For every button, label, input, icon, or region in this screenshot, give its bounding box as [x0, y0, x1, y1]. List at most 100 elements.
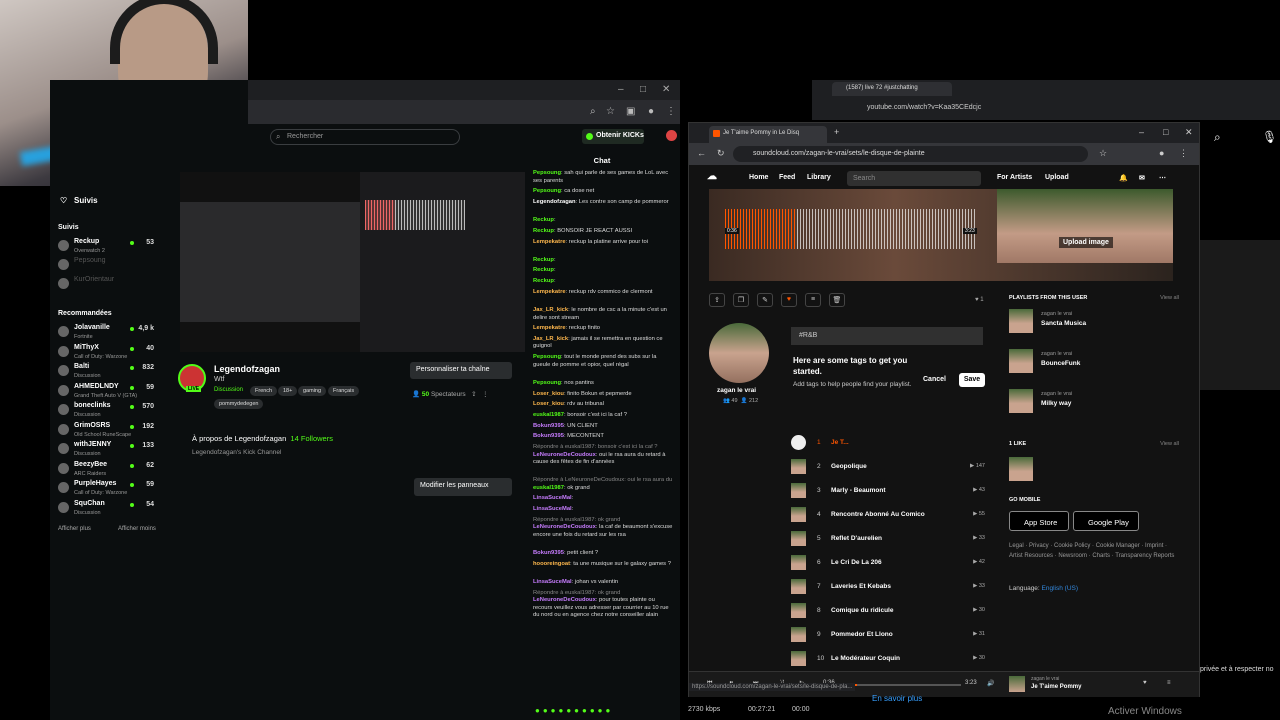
chat-username[interactable]: euskal1987: [533, 412, 564, 418]
minimize-button[interactable]: –: [618, 84, 624, 95]
pause-icon[interactable]: [791, 435, 806, 450]
more-icon[interactable]: ⋯: [1159, 174, 1166, 182]
mail-icon[interactable]: ✉: [1139, 174, 1145, 182]
channel-name[interactable]: Legendofzagan: [214, 364, 280, 374]
chat-username[interactable]: LeNeuroneDeCoudoux: [533, 524, 596, 530]
profile-icon[interactable]: ●: [1159, 148, 1164, 158]
reload-icon[interactable]: ↻: [717, 148, 725, 159]
sidebar-recommended-item[interactable]: Jolavanille Fortnite 4,9 k: [58, 324, 162, 344]
chat-username[interactable]: Reckup: [533, 267, 554, 273]
chat-username[interactable]: hoooreingoat: [533, 561, 570, 567]
user-avatar[interactable]: [666, 130, 677, 141]
sidebar-recommended-item[interactable]: boneclinks Discussion 570: [58, 402, 162, 422]
sidebar-recommended-item[interactable]: GrimOSRS Old School RuneScape 192: [58, 422, 162, 442]
track-title[interactable]: Pommedor Et Llono: [831, 631, 893, 638]
track-row[interactable]: 8 Comique du ridicule ▶ 30: [791, 601, 991, 621]
chat-username[interactable]: Reckup: [533, 257, 554, 263]
emote-bar[interactable]: ●●●●●●●●●●: [535, 706, 675, 716]
track-row[interactable]: 7 Laveries Et Kebabs ▶ 33: [791, 577, 991, 597]
search-icon[interactable]: ⌕: [1214, 130, 1221, 145]
sc-address-bar[interactable]: soundcloud.com/zagan-le-vrai/sets/le-dis…: [733, 146, 1088, 162]
upload-image-button[interactable]: Upload image: [1059, 237, 1113, 248]
bell-icon[interactable]: 🔔: [1119, 174, 1128, 182]
track-row[interactable]: 2 Geopolique ▶ 147: [791, 457, 991, 477]
track-title[interactable]: Comique du ridicule: [831, 607, 893, 614]
chat-username[interactable]: LinsaSuceMal: [533, 506, 572, 512]
heart-icon[interactable]: ♥: [1143, 680, 1147, 686]
nav-home[interactable]: Home: [749, 174, 768, 181]
playlist-name[interactable]: Sancta Musica: [1041, 320, 1086, 327]
soundcloud-logo-icon[interactable]: ☁: [707, 171, 717, 182]
google-play-button[interactable]: Google Play: [1073, 511, 1139, 531]
chat-username[interactable]: Lempekatre: [533, 239, 566, 245]
chat-username[interactable]: Pepsoung: [533, 170, 561, 176]
nav-library[interactable]: Library: [807, 174, 831, 181]
mic-icon[interactable]: 🎙: [1262, 130, 1277, 144]
youtube-tab[interactable]: (1587) live 72 #justchatting: [832, 82, 952, 96]
chat-username[interactable]: Bokun9395: [533, 433, 564, 439]
playlist-owner[interactable]: zagan le vrai: [1041, 311, 1072, 317]
delete-icon[interactable]: 🗑: [829, 293, 845, 307]
tag-pommydedegen[interactable]: pommydedegen: [214, 399, 264, 409]
close-button[interactable]: ✕: [662, 84, 670, 95]
tag-gaming[interactable]: gaming: [298, 386, 327, 396]
liked-item[interactable]: [1009, 457, 1179, 485]
sidebar-recommended-item[interactable]: AHMEDLNDY Grand Theft Auto V (GTA) 59: [58, 383, 162, 403]
track-title[interactable]: Geopolique: [831, 463, 867, 470]
track-title[interactable]: Laveries Et Kebabs: [831, 583, 891, 590]
track-title[interactable]: Marly - Beaumont: [831, 487, 886, 494]
sidebar-followed-item[interactable]: Pepsoung: [58, 257, 162, 277]
back-icon[interactable]: ←: [697, 148, 706, 158]
stream-player[interactable]: [180, 172, 525, 352]
star-icon[interactable]: ☆: [1099, 148, 1107, 159]
playlist-owner[interactable]: zagan le vrai: [1041, 351, 1072, 357]
chat-username[interactable]: LeNeuroneDeCoudoux: [533, 597, 596, 603]
sidebar-followed-item[interactable]: KurOrientaur: [58, 276, 162, 296]
tag-french[interactable]: French: [250, 386, 278, 396]
chat-username[interactable]: Reckup: [533, 217, 554, 223]
get-kicks-button[interactable]: Obtenir KICKs: [582, 129, 644, 144]
sidebar-recommended-item[interactable]: Balti Discussion 832: [58, 363, 162, 383]
chat-username[interactable]: Pepsoung: [533, 354, 561, 360]
cancel-button[interactable]: Cancel: [923, 376, 946, 383]
volume-icon[interactable]: 🔊: [987, 680, 994, 687]
maximize-button[interactable]: □: [640, 84, 646, 95]
profile-icon[interactable]: ●: [648, 106, 654, 117]
maximize-button[interactable]: □: [1163, 127, 1168, 137]
view-all-likes-link[interactable]: View all: [1160, 441, 1179, 447]
menu-icon[interactable]: ⋮: [666, 106, 676, 117]
playlist-item[interactable]: zagan le vrai BounceFunk: [1009, 349, 1179, 377]
edit-panels-button[interactable]: Modifier les panneaux: [414, 478, 512, 496]
track-title[interactable]: Je T...: [831, 439, 849, 446]
chat-username[interactable]: Jax_LR_kick: [533, 307, 568, 313]
chat-username[interactable]: Pepsoung: [533, 380, 561, 386]
track-row[interactable]: 5 Reflet D'aurelien ▶ 33: [791, 529, 991, 549]
app-store-button[interactable]: App Store: [1009, 511, 1069, 531]
artist-name[interactable]: zagan le vrai: [717, 387, 756, 394]
chat-username[interactable]: Legendofzagan: [533, 199, 576, 205]
progress-bar[interactable]: [841, 684, 961, 686]
track-row[interactable]: 10 Le Modérateur Coquin ▶ 30: [791, 649, 991, 669]
zoom-icon[interactable]: ⌕: [590, 106, 596, 117]
share-icon[interactable]: ⇪: [709, 293, 725, 307]
show-less-link[interactable]: Afficher moins: [118, 526, 156, 532]
chat-username[interactable]: Lempekatre: [533, 289, 566, 295]
playlist-name[interactable]: Milky way: [1041, 400, 1071, 407]
track-row[interactable]: 4 Rencontre Abonné Au Comico ▶ 55: [791, 505, 991, 525]
copy-icon[interactable]: ❐: [733, 293, 749, 307]
tag-18plus[interactable]: 18+: [278, 386, 298, 396]
more-icon[interactable]: ⋮: [482, 391, 489, 398]
track-row[interactable]: 6 Le Cri De La 206 ▶ 42: [791, 553, 991, 573]
playlist-item[interactable]: zagan le vrai Milky way: [1009, 389, 1179, 417]
save-button[interactable]: Save: [959, 373, 985, 387]
chat-username[interactable]: Jax_LR_kick: [533, 336, 568, 342]
chat-username[interactable]: Loser_kiou: [533, 391, 564, 397]
track-title[interactable]: Le Modérateur Coquin: [831, 655, 900, 662]
nav-for-artists[interactable]: For Artists: [997, 174, 1032, 181]
sidebar-recommended-item[interactable]: BeezyBee ARC Raiders 62: [58, 461, 162, 481]
star-icon[interactable]: ☆: [606, 106, 615, 117]
track-title[interactable]: Reflet D'aurelien: [831, 535, 882, 542]
edit-icon[interactable]: ✎: [757, 293, 773, 307]
artist-avatar[interactable]: [709, 323, 769, 383]
chat-username[interactable]: Bokun9395: [533, 550, 564, 556]
